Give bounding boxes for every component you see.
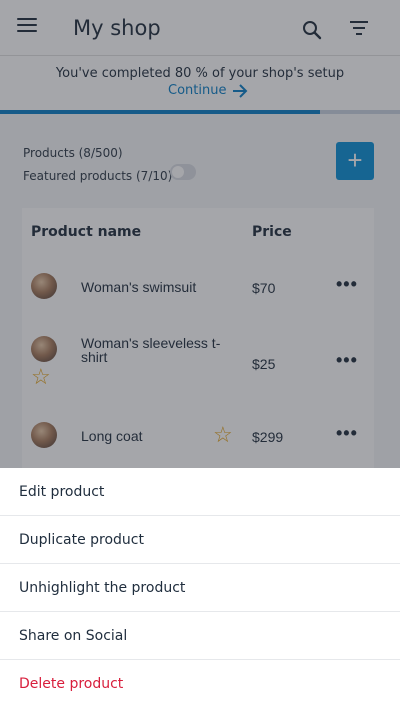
share-on-social-button[interactable]: Share on Social: [0, 612, 400, 660]
duplicate-product-button[interactable]: Duplicate product: [0, 516, 400, 564]
unhighlight-product-button[interactable]: Unhighlight the product: [0, 564, 400, 612]
modal-backdrop[interactable]: [0, 0, 400, 468]
edit-product-button[interactable]: Edit product: [0, 468, 400, 516]
delete-product-button[interactable]: Delete product: [0, 660, 400, 708]
product-actions-sheet: Edit product Duplicate product Unhighlig…: [0, 468, 400, 710]
app: My shop You've completed 80 % of your sh…: [0, 0, 400, 710]
